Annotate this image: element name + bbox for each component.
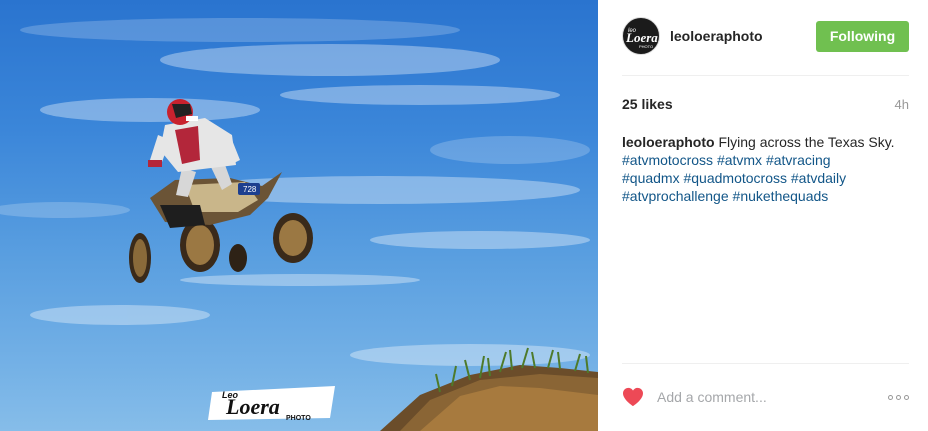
post-caption: leoloeraphoto Flying across the Texas Sk… bbox=[622, 133, 909, 205]
post-stats: 25 likes 4h bbox=[622, 96, 909, 112]
hashtag-link[interactable]: #atvmotocross bbox=[622, 152, 713, 168]
hashtag-link[interactable]: #atvprochallenge bbox=[622, 188, 729, 204]
watermark-sub-text: PHOTO bbox=[286, 415, 311, 422]
avatar-logo: leo Loera PHOTO bbox=[625, 28, 658, 49]
hashtag-link[interactable]: #quadmotocross bbox=[683, 170, 787, 186]
heart-icon[interactable] bbox=[622, 387, 644, 407]
hashtag-link[interactable]: #quadmx bbox=[622, 170, 680, 186]
following-button[interactable]: Following bbox=[816, 20, 909, 52]
hashtag-link[interactable]: #atvdaily bbox=[791, 170, 846, 186]
post-header: leo Loera PHOTO leoloeraphoto Following bbox=[622, 16, 909, 56]
avatar-main-text: Loera bbox=[625, 30, 658, 45]
hashtag-link[interactable]: #atvmx bbox=[717, 152, 762, 168]
post-image: 728 Leo Loera PHOTO bbox=[0, 18, 598, 431]
likes-count[interactable]: 25 likes bbox=[622, 96, 673, 112]
add-comment-input[interactable] bbox=[657, 389, 867, 405]
dot bbox=[888, 394, 893, 400]
post-timestamp[interactable]: 4h bbox=[895, 97, 909, 112]
hashtag-link[interactable]: #atvracing bbox=[766, 152, 831, 168]
hashtag-link[interactable]: #nukethequads bbox=[733, 188, 829, 204]
avatar[interactable]: leo Loera PHOTO bbox=[622, 17, 660, 55]
post-footer bbox=[622, 385, 909, 409]
post-photo[interactable]: 728 Leo Loera PHOTO bbox=[0, 0, 598, 431]
watermark-main-text: Loera bbox=[225, 394, 280, 419]
caption-username[interactable]: leoloeraphoto bbox=[622, 134, 715, 150]
dot bbox=[896, 394, 901, 400]
watermark-logo: Leo Loera PHOTO bbox=[208, 386, 335, 422]
avatar-sub-text: PHOTO bbox=[639, 44, 653, 49]
username-link[interactable]: leoloeraphoto bbox=[670, 28, 763, 44]
hashtag-list: #atvmotocross #atvmx #atvracing #quadmx … bbox=[622, 151, 909, 205]
more-options-icon[interactable] bbox=[888, 394, 909, 400]
post-details-panel: leo Loera PHOTO leoloeraphoto Following … bbox=[598, 0, 928, 431]
divider bbox=[622, 75, 909, 76]
dot bbox=[904, 394, 909, 400]
svg-text:728: 728 bbox=[243, 185, 257, 194]
divider bbox=[622, 363, 909, 364]
caption-text: Flying across the Texas Sky. bbox=[718, 134, 895, 150]
